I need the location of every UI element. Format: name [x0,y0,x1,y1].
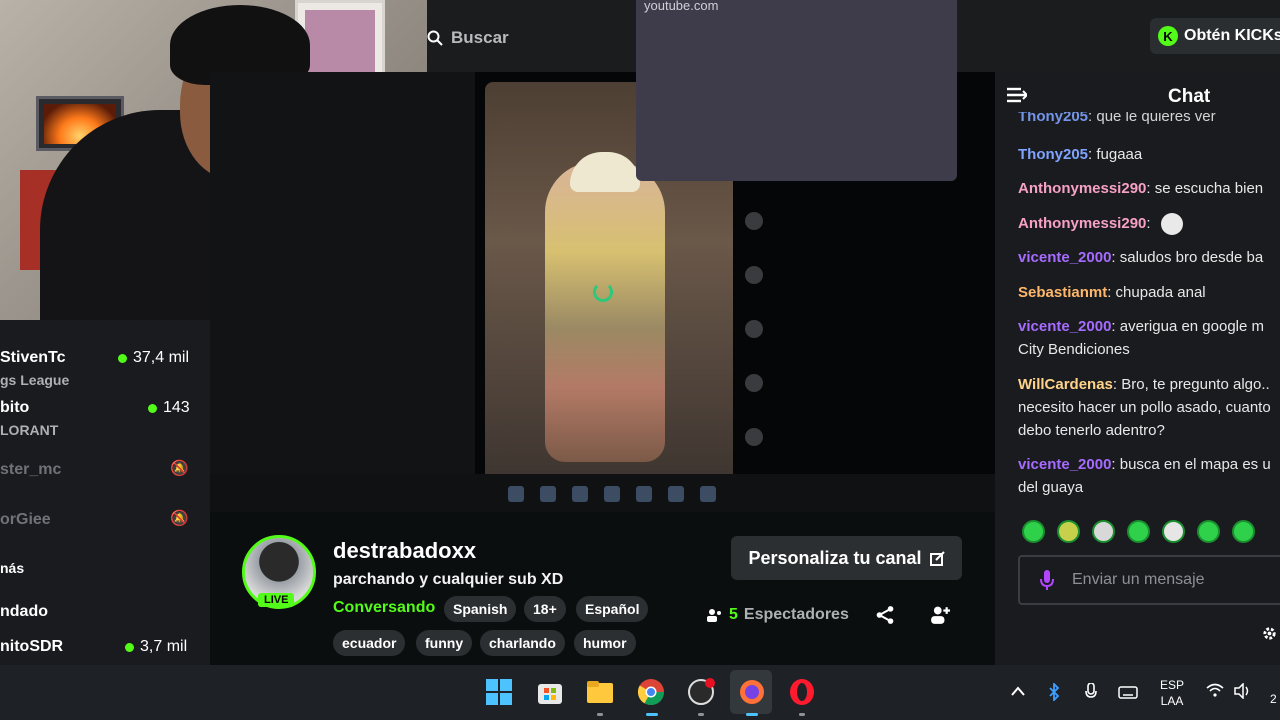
chevron-up-icon[interactable] [1011,686,1025,696]
emote-icon[interactable] [1057,520,1080,543]
collapse-chat-icon[interactable] [1007,86,1027,104]
obs-icon[interactable] [686,677,716,707]
emote-icon[interactable] [1232,520,1255,543]
viewer-label: Espectadores [743,606,849,623]
language-indicator[interactable]: ESP LAA [1160,677,1184,709]
tag[interactable]: ecuador [333,630,406,656]
chat-message: Thony205: fugaaa [1018,146,1143,163]
external-link-icon [929,550,945,566]
follow-user-icon[interactable] [930,605,950,625]
kick-logo-icon: K [1158,26,1178,46]
chat-message: Thony205: que le quieres ver [1018,112,1216,125]
kicks-label: Obtén KICKs [1184,27,1280,44]
search-bar[interactable]: Buscar [427,18,647,58]
chat-message: Sebastianmt: chupada anal [1018,284,1206,301]
chat-messages: Thony205: que le quieres ver Thony205: f… [1018,112,1280,507]
tag[interactable]: funny [416,630,473,656]
tag-language[interactable]: Spanish [444,596,517,622]
gear-icon[interactable] [1262,626,1277,641]
emote-icon[interactable] [1127,520,1150,543]
channel-name[interactable]: destrabadoxx [333,538,476,564]
users-icon [707,609,721,622]
file-explorer-icon[interactable] [585,677,615,707]
store-icon[interactable] [535,677,565,707]
wifi-icon[interactable] [1206,683,1224,697]
sidebar-item-count: 143 [148,399,190,417]
bluetooth-icon[interactable] [1048,683,1060,701]
chat-title: Chat [1168,86,1211,107]
sidebar-item-category: gs League [0,372,70,388]
search-placeholder: Buscar [451,28,509,47]
chat-message: Anthonymessi290: [1018,212,1280,236]
tag[interactable]: charlando [480,630,565,656]
sidebar-item-name: orGiee [0,511,51,528]
keyboard-icon[interactable] [1118,686,1138,699]
live-dot-icon [118,353,127,363]
emote-bar [1022,520,1255,543]
chat-input-placeholder: Enviar un mensaje [1072,571,1205,588]
sidebar-item-name: ster_mc [0,461,62,478]
video-side-actions [745,212,769,482]
chat-message: WillCardenas: Bro, te pregunto algo.. nec… [1018,376,1271,439]
show-more-link[interactable]: nás [0,560,24,576]
stream-title: parchando y cualquier sub XD [333,571,564,588]
viewer-number: 5 [729,606,738,623]
chat-message: vicente_2000: saludos bro desde ba [1018,249,1264,266]
chat-message: vicente_2000: busca en el mapa es u del g… [1018,456,1271,496]
emote-icon[interactable] [1162,520,1185,543]
chat-message: vicente_2000: averigua en google m City B… [1018,318,1265,358]
firefox-icon[interactable] [737,677,767,707]
notifications-off-icon: 🔕 [170,510,189,527]
sidebar-item-category: LORANT [0,422,59,438]
stream-category[interactable]: Conversando [333,599,435,617]
tag[interactable]: humor [574,630,636,656]
captured-screen-left [210,72,475,512]
microphone-tray-icon[interactable] [1085,683,1097,701]
captured-taskbar [210,474,995,512]
spinner-icon [593,282,613,302]
clock[interactable]: 2 [1270,692,1277,706]
viewer-count: 5 Espectadores [707,606,849,624]
live-dot-icon [125,642,134,652]
sidebar-item-count: 37,4 mil [118,349,189,367]
customize-channel-button[interactable]: Personaliza tu canal [731,536,962,580]
sidebar-item-name: bito [0,399,30,416]
sidebar-section-recommended: ndado [0,603,48,620]
volume-icon[interactable] [1234,683,1252,699]
notifications-off-icon: 🔕 [170,460,189,477]
emote-icon[interactable] [1022,520,1045,543]
chrome-icon[interactable] [636,677,666,707]
share-icon[interactable] [875,605,895,625]
microphone-icon[interactable] [1040,570,1054,590]
sidebar-item-name: nitoSDR [0,638,64,655]
customize-label: Personaliza tu canal [748,547,922,568]
skull-emote-icon [1160,213,1183,236]
emote-icon[interactable] [1092,520,1115,543]
chat-input[interactable]: Enviar un mensaje [1018,555,1280,605]
tag-age[interactable]: 18+ [524,596,566,622]
get-kicks-button[interactable]: K Obtén KICKs [1150,18,1280,54]
windows-start-icon[interactable] [484,677,514,707]
chat-message: Anthonymessi290: se escucha bien [1018,180,1264,197]
sidebar-item-name: StivenTc [0,349,66,366]
live-badge: LIVE [258,593,295,607]
emote-icon[interactable] [1197,520,1220,543]
sidebar-item-count: 3,7 mil [125,638,187,656]
screen: Buscar K Obtén KICKs youtube.com StivenT… [0,0,1280,720]
opera-icon[interactable] [787,677,817,707]
tag-language-es[interactable]: Español [576,596,649,622]
browser-popup: youtube.com [636,0,957,181]
search-icon [427,30,443,46]
popup-url: youtube.com [644,0,719,13]
live-dot-icon [148,403,157,413]
